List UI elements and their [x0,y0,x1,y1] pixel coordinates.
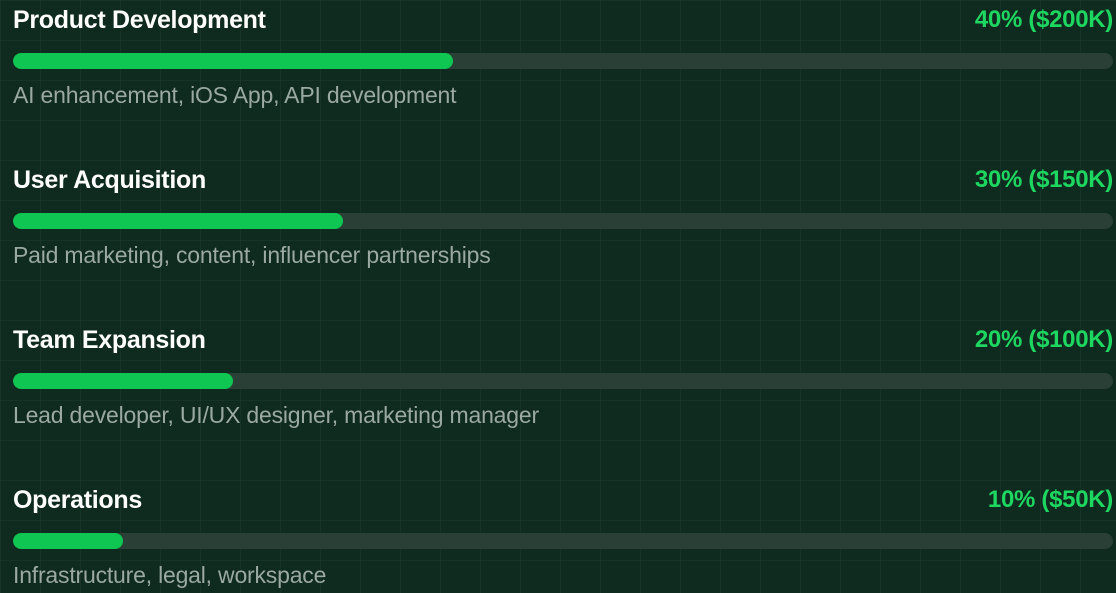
allocation-title: Product Development [13,5,266,34]
progress-track [13,213,1113,229]
progress-track [13,53,1113,69]
allocation-header: Team Expansion 20% ($100K) [13,320,1113,360]
allocation-header: Operations 10% ($50K) [13,480,1113,520]
allocation-amount: 30% ($150K) [974,166,1113,193]
allocation-item-user-acquisition: User Acquisition 30% ($150K) Paid market… [13,160,1113,280]
allocation-amount: 40% ($200K) [974,6,1113,33]
allocation-item-product-development: Product Development 40% ($200K) AI enhan… [13,0,1113,120]
allocation-header: User Acquisition 30% ($150K) [13,160,1113,200]
allocation-title: User Acquisition [13,165,206,194]
fund-allocation-list: Product Development 40% ($200K) AI enhan… [0,0,1116,593]
allocation-description: Infrastructure, legal, workspace [13,562,327,588]
progress-fill [13,533,123,549]
progress-fill [13,213,343,229]
allocation-item-team-expansion: Team Expansion 20% ($100K) Lead develope… [13,320,1113,440]
allocation-description: Paid marketing, content, influencer part… [13,242,491,268]
progress-fill [13,373,233,389]
progress-track [13,533,1113,549]
allocation-description: AI enhancement, iOS App, API development [13,82,457,108]
allocation-title: Operations [13,485,142,514]
allocation-header: Product Development 40% ($200K) [13,0,1113,40]
allocation-amount: 20% ($100K) [974,326,1113,353]
allocation-item-operations: Operations 10% ($50K) Infrastructure, le… [13,480,1113,593]
progress-track [13,373,1113,389]
allocation-title: Team Expansion [13,325,206,354]
progress-fill [13,53,453,69]
allocation-description: Lead developer, UI/UX designer, marketin… [13,402,539,428]
allocation-amount: 10% ($50K) [987,486,1113,513]
